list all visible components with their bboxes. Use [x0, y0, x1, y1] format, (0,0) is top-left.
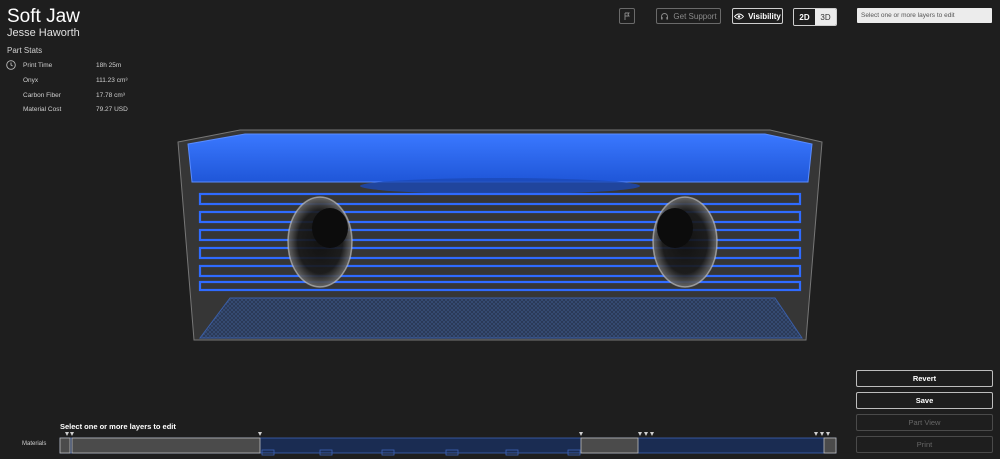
print-button[interactable]: Print: [856, 436, 993, 453]
stat-value-onyx: 111.23 cm³: [96, 77, 128, 84]
part-title: Soft Jaw: [7, 6, 80, 27]
get-support-label: Get Support: [673, 11, 717, 21]
stat-value-print-time: 18h 25m: [96, 62, 122, 69]
timeline-segment[interactable]: [823, 437, 837, 454]
part-view-button[interactable]: Part View: [856, 414, 993, 431]
timeline-segment[interactable]: [580, 437, 639, 454]
fiber-top-layer: [187, 133, 813, 183]
right-bore: [652, 196, 718, 288]
left-bore: [287, 196, 353, 288]
stat-label-onyx: Onyx: [23, 77, 39, 84]
revert-button[interactable]: Revert: [856, 370, 993, 387]
visibility-button[interactable]: Visibility: [732, 8, 783, 24]
flag-icon: [624, 12, 630, 20]
view-2d-button[interactable]: 2D: [794, 9, 815, 25]
timeline-segment[interactable]: [59, 437, 71, 454]
stat-label-carbon-fiber: Carbon Fiber: [23, 92, 61, 99]
stat-label-print-time: Print Time: [23, 62, 53, 69]
part-author: Jesse Haworth: [7, 27, 80, 39]
eye-icon: [734, 13, 745, 19]
save-button[interactable]: Save: [856, 392, 993, 409]
view-3d-button[interactable]: 3D: [815, 9, 836, 25]
materials-row-label: Materials: [22, 441, 47, 447]
layer-timeline[interactable]: [58, 430, 838, 459]
view-mode-toggle: 2D 3D: [793, 8, 837, 26]
stat-label-material-cost: Material Cost: [23, 106, 62, 113]
timeline-markers[interactable]: [65, 432, 830, 436]
visibility-label: Visibility: [748, 11, 781, 21]
timeline-segment[interactable]: [71, 437, 261, 454]
infill-mesh: [199, 297, 803, 339]
layer-select-input[interactable]: Select one or more layers to edit: [857, 8, 992, 23]
part-stats-heading: Part Stats: [7, 46, 43, 55]
stat-value-material-cost: 79.27 USD: [96, 106, 128, 113]
headset-icon: [661, 12, 669, 19]
stat-value-carbon-fiber: 17.78 cm³: [96, 92, 125, 99]
get-support-button[interactable]: Get Support: [656, 8, 721, 24]
top-layer-shadow: [360, 178, 640, 194]
flag-button[interactable]: [619, 8, 635, 24]
part-3d-viewport[interactable]: [170, 120, 830, 350]
clock-icon: [6, 60, 16, 70]
